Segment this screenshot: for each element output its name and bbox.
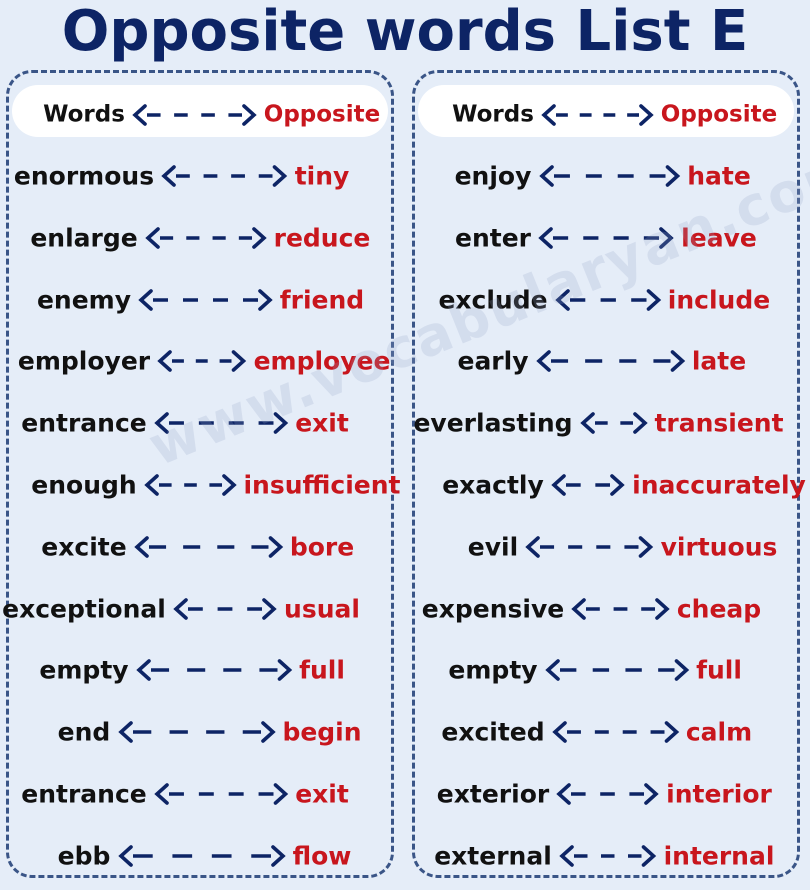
- opposite-item: reduce: [273, 223, 371, 253]
- double-arrow-icon: [153, 412, 288, 434]
- double-arrow-icon: [544, 659, 689, 682]
- double-arrow-icon: [173, 597, 277, 620]
- double-arrow-icon: [161, 165, 288, 187]
- opposite-item: hate: [687, 161, 751, 191]
- opposite-item: flow: [292, 841, 352, 871]
- word-item: evil: [467, 532, 519, 562]
- opposite-item: friend: [279, 285, 365, 315]
- word-item: excited: [441, 717, 545, 747]
- opposite-item: tiny: [294, 161, 350, 191]
- word-item: external: [434, 841, 552, 871]
- opposite-item: transient: [654, 408, 784, 438]
- opposite-item: full: [696, 655, 742, 685]
- double-arrow-icon: [554, 288, 661, 311]
- word-item: empty: [39, 655, 129, 685]
- opposite-item: usual: [284, 594, 360, 624]
- opposite-item: late: [691, 346, 747, 376]
- double-arrow-icon: [556, 783, 659, 805]
- double-arrow-icon: [541, 104, 654, 126]
- word-item: early: [457, 346, 529, 376]
- double-arrow-icon: [144, 226, 267, 249]
- header-words-label: Words: [452, 101, 534, 128]
- double-arrow-icon: [132, 104, 257, 126]
- opposite-item: leave: [681, 223, 757, 253]
- opposite-item: inaccurately: [632, 470, 806, 500]
- opposite-item: employee: [253, 346, 391, 376]
- word-item: exclude: [438, 285, 548, 315]
- opposite-item: include: [667, 285, 771, 315]
- word-item: exceptional: [2, 594, 166, 624]
- double-arrow-icon: [571, 597, 670, 620]
- header-opposite-label: Opposite: [263, 101, 381, 128]
- opposite-item: virtuous: [660, 532, 778, 562]
- double-arrow-icon: [538, 226, 674, 249]
- word-item: enjoy: [454, 161, 532, 191]
- word-item: everlasting: [413, 408, 573, 438]
- page-title: Opposite words List E: [61, 0, 749, 64]
- double-arrow-icon: [135, 659, 292, 682]
- word-item: enemy: [36, 285, 132, 315]
- double-arrow-icon: [117, 844, 286, 867]
- word-item: empty: [448, 655, 538, 685]
- opposite-item: cheap: [676, 594, 762, 624]
- word-item: ebb: [57, 841, 111, 871]
- double-arrow-icon: [535, 350, 685, 373]
- double-arrow-icon: [559, 844, 657, 867]
- opposite-item: begin: [282, 717, 362, 747]
- opposite-item: internal: [663, 841, 775, 871]
- double-arrow-icon: [153, 783, 288, 805]
- opposite-item: bore: [289, 532, 355, 562]
- word-item: end: [57, 717, 111, 747]
- double-arrow-icon: [579, 412, 648, 434]
- word-item: employer: [17, 346, 151, 376]
- word-item: enormous: [13, 161, 155, 191]
- double-arrow-icon: [551, 721, 679, 743]
- double-arrow-icon: [525, 535, 654, 558]
- opposite-item: interior: [666, 779, 772, 809]
- word-item: enter: [455, 223, 531, 253]
- word-item: entrance: [21, 779, 147, 809]
- header-words-label: Words: [43, 101, 125, 128]
- double-arrow-icon: [143, 474, 237, 496]
- double-arrow-icon: [117, 721, 276, 743]
- word-item: entrance: [21, 408, 147, 438]
- opposite-item: calm: [685, 717, 753, 747]
- double-arrow-icon: [157, 350, 247, 373]
- double-arrow-icon: [538, 165, 680, 187]
- opposite-item: exit: [295, 779, 349, 809]
- header-opposite-label: Opposite: [660, 101, 778, 128]
- double-arrow-icon: [551, 474, 625, 496]
- word-item: enough: [31, 470, 137, 500]
- opposite-item: full: [299, 655, 345, 685]
- opposite-item: insufficient: [243, 470, 401, 500]
- word-item: expensive: [421, 594, 565, 624]
- opposite-item: exit: [295, 408, 349, 438]
- word-item: excite: [41, 532, 127, 562]
- word-item: enlarge: [30, 223, 138, 253]
- double-arrow-icon: [133, 535, 283, 558]
- double-arrow-icon: [138, 288, 273, 311]
- word-item: exactly: [442, 470, 544, 500]
- word-item: exterior: [436, 779, 550, 809]
